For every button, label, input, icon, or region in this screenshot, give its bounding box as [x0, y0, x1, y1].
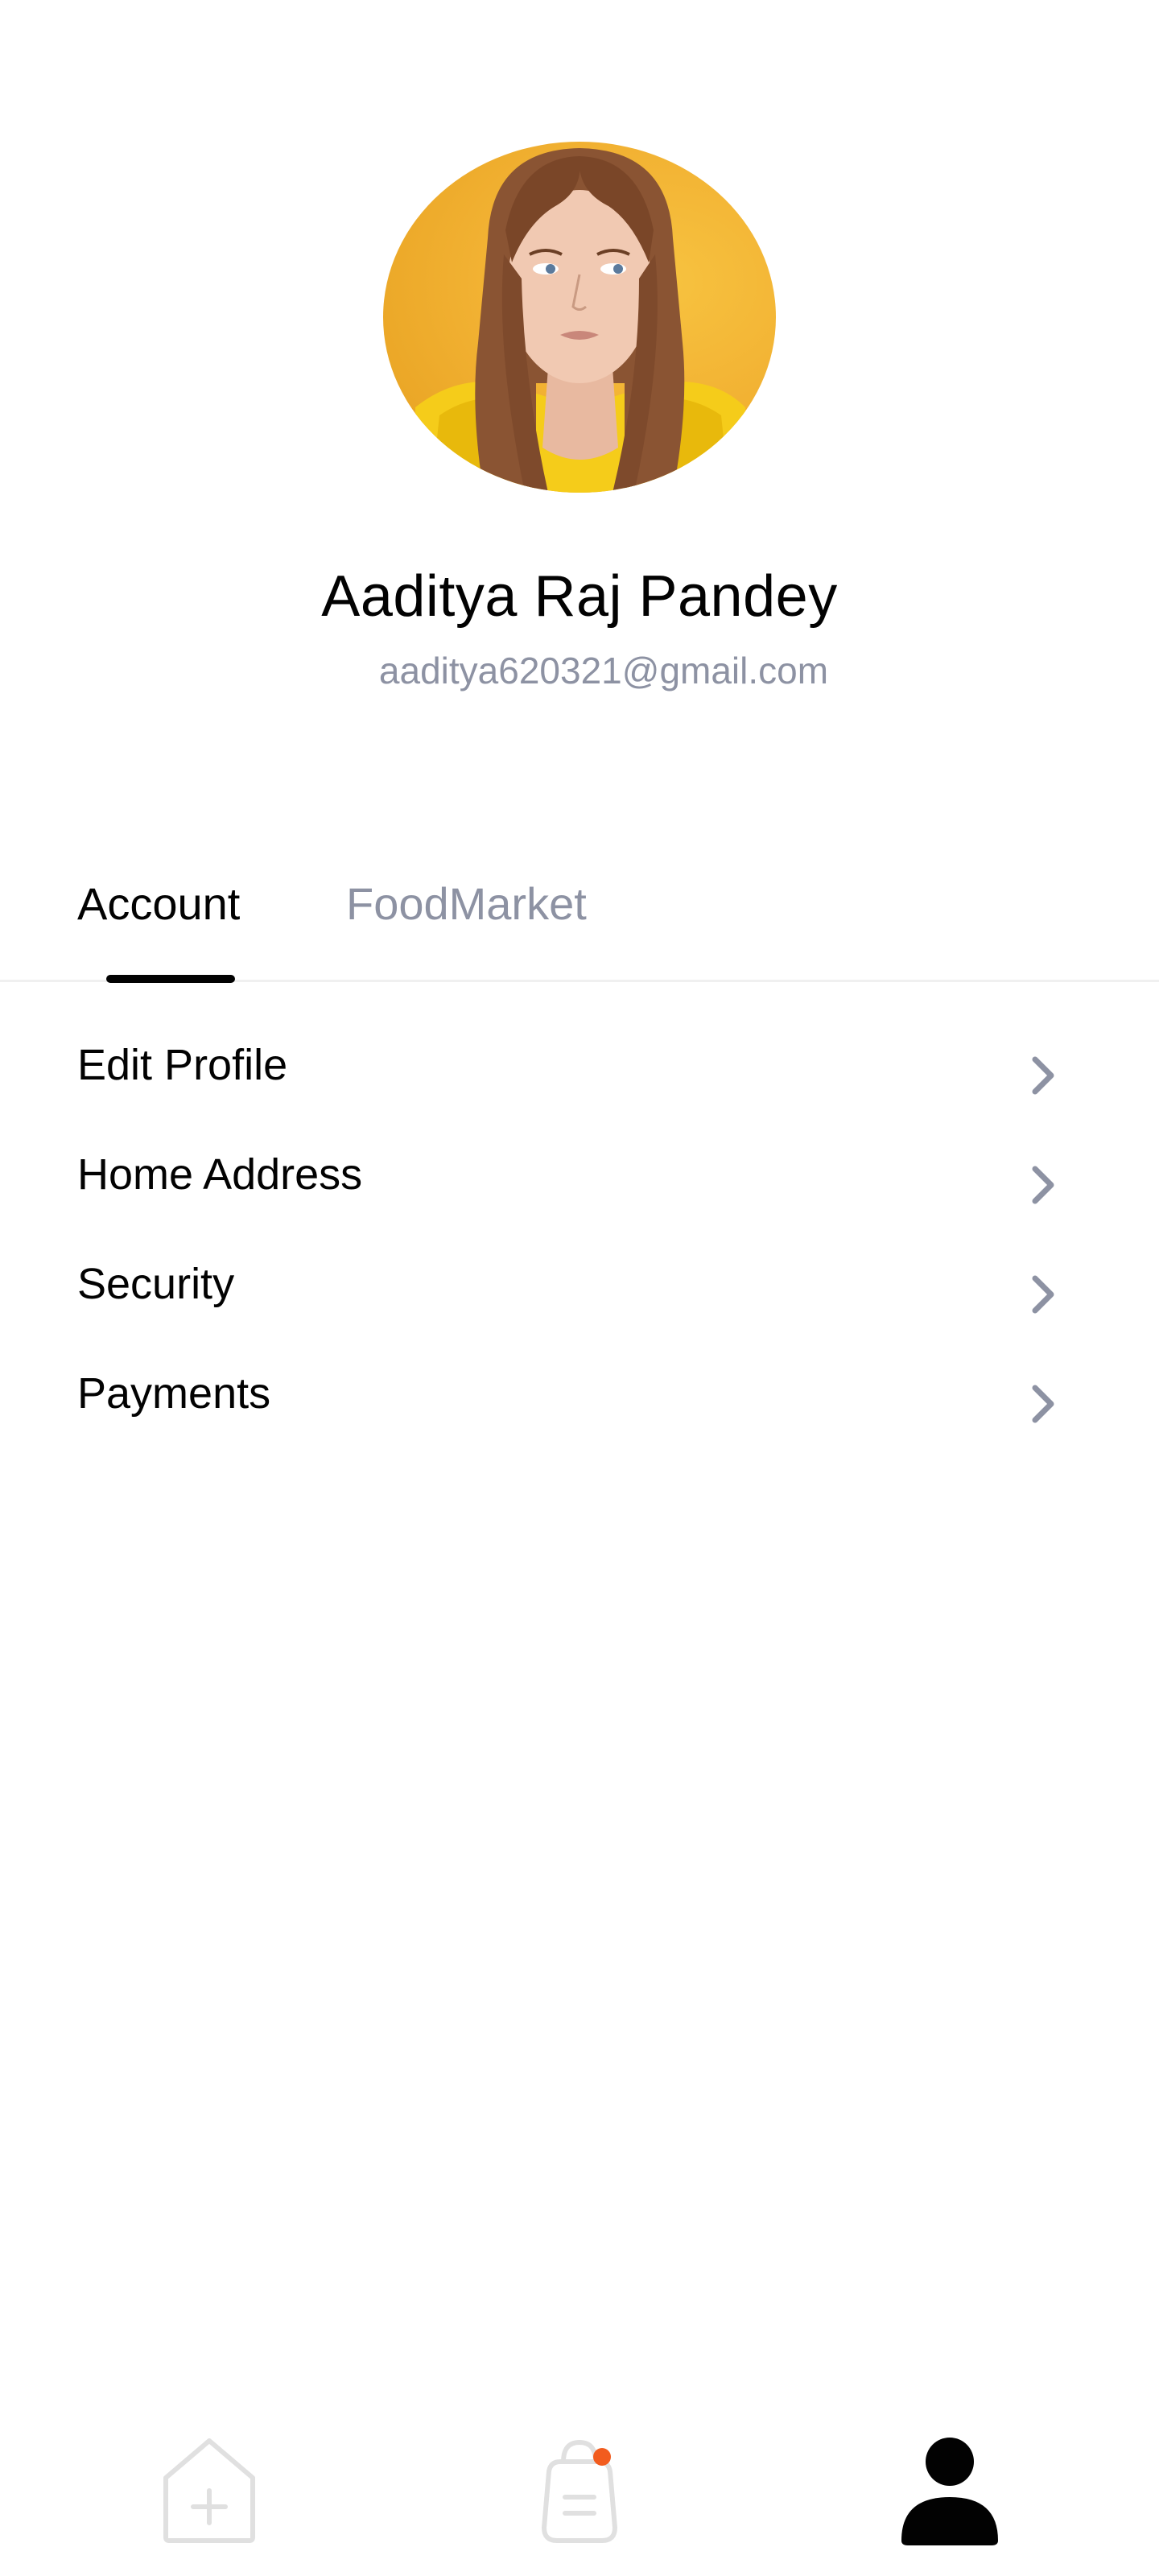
account-menu: Edit Profile Home Address Security Payme… [0, 1021, 1159, 1459]
home-icon [163, 2438, 255, 2543]
tab-foodmarket[interactable]: FoodMarket [346, 877, 587, 930]
tab-account[interactable]: Account [77, 877, 240, 930]
profile-page: Aaditya Raj Pandey aaditya620321@gmail.c… [0, 0, 1159, 2576]
active-tab-indicator [106, 975, 235, 983]
chevron-right-icon [1032, 1385, 1054, 1423]
profile-icon [901, 2438, 998, 2545]
menu-item-label: Security [77, 1260, 235, 1308]
bottom-navigation [0, 2415, 1159, 2576]
chevron-right-icon [1032, 1056, 1054, 1095]
avatar-photo [415, 148, 745, 493]
nav-orders-button[interactable] [515, 2423, 644, 2552]
chevron-right-icon [1032, 1275, 1054, 1314]
menu-item-label: Home Address [77, 1150, 363, 1199]
menu-item-edit-profile[interactable]: Edit Profile [0, 1021, 1159, 1130]
nav-profile-button[interactable] [885, 2423, 1014, 2552]
avatar[interactable] [383, 142, 776, 493]
menu-item-security[interactable]: Security [0, 1240, 1159, 1349]
order-bag-icon [542, 2439, 617, 2543]
tab-bar: Account FoodMarket [0, 869, 1159, 983]
menu-item-home-address[interactable]: Home Address [0, 1130, 1159, 1240]
profile-name: Aaditya Raj Pandey [321, 564, 838, 629]
profile-email: aaditya620321@gmail.com [378, 650, 829, 691]
menu-item-label: Edit Profile [77, 1041, 288, 1089]
menu-item-label: Payments [77, 1369, 271, 1418]
nav-home-button[interactable] [145, 2423, 274, 2552]
chevron-right-icon [1032, 1166, 1054, 1204]
menu-item-payments[interactable]: Payments [0, 1349, 1159, 1459]
notification-badge [593, 2448, 611, 2466]
